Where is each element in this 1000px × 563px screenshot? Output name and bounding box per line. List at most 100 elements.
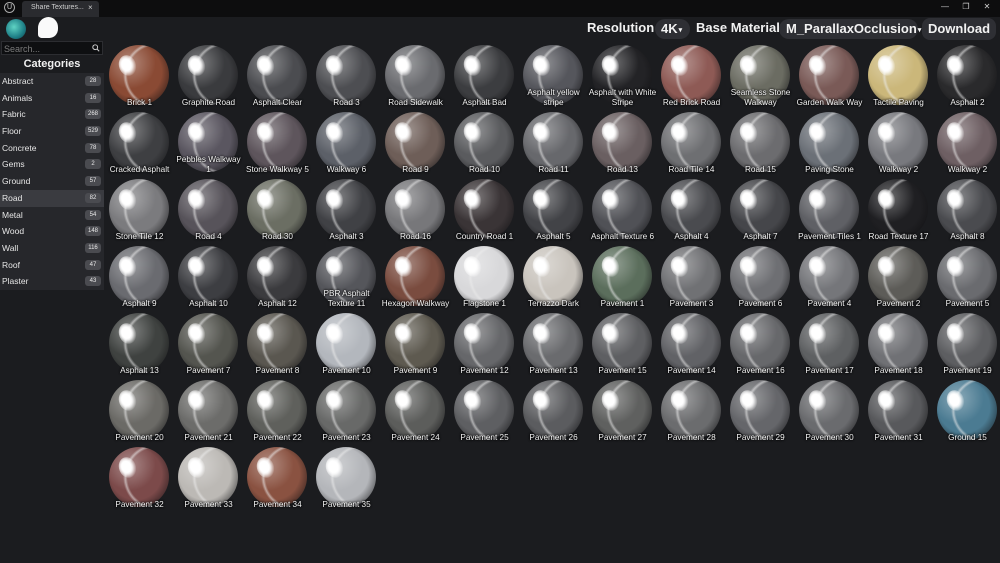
material-tile[interactable]: Road 16 [381,176,450,243]
material-tile[interactable]: Pebbles Walkway 1 [174,109,243,176]
material-tile[interactable]: Pavement 19 [933,310,1000,377]
material-tile[interactable]: Asphalt 7 [726,176,795,243]
material-tile[interactable]: Road Sidewalk [381,42,450,109]
material-tile[interactable]: Road 15 [726,109,795,176]
material-tile[interactable]: Pavement Tiles 1 [795,176,864,243]
sidebar-item-road[interactable]: Road 82 [0,189,104,207]
material-tile[interactable]: Pavement 9 [381,310,450,377]
material-tile[interactable]: Walkway 6 [312,109,381,176]
material-tile[interactable]: Asphalt yellow stripe [519,42,588,109]
material-tile[interactable]: Pavement 27 [588,377,657,444]
sidebar-item-wall[interactable]: Wall 116 [0,239,104,257]
material-tile[interactable]: Asphalt 10 [174,243,243,310]
material-tile[interactable]: Brick 1 [105,42,174,109]
material-tile[interactable]: Garden Walk Way [795,42,864,109]
material-tile[interactable]: Pavement 6 [726,243,795,310]
material-tile[interactable]: Road 9 [381,109,450,176]
material-tile[interactable]: Road 3 [312,42,381,109]
material-tile[interactable]: Ground 15 [933,377,1000,444]
material-tile[interactable]: Asphalt 8 [933,176,1000,243]
material-tile[interactable]: Pavement 32 [105,444,174,511]
material-tile[interactable]: Road 4 [174,176,243,243]
sidebar-item-animals[interactable]: Animals 16 [0,89,104,107]
material-tile[interactable]: Pavement 18 [864,310,933,377]
material-tile[interactable]: Road 10 [450,109,519,176]
material-tile[interactable]: Country Road 1 [450,176,519,243]
material-tile[interactable]: Pavement 8 [243,310,312,377]
material-tile[interactable]: Pavement 29 [726,377,795,444]
download-button[interactable]: Download [922,18,996,40]
material-tile[interactable]: Pavement 14 [657,310,726,377]
material-tile[interactable]: Pavement 23 [312,377,381,444]
sidebar-item-metal[interactable]: Metal 54 [0,206,104,224]
search-input[interactable] [4,43,84,54]
sidebar-item-floor[interactable]: Floor 529 [0,123,104,140]
sidebar-item-plaster[interactable]: Plaster 43 [0,273,104,290]
material-tile[interactable]: Red Brick Road [657,42,726,109]
material-tile[interactable]: Road Tile 14 [657,109,726,176]
material-tile[interactable]: Stone Walkway 5 [243,109,312,176]
material-tile[interactable]: Asphalt 12 [243,243,312,310]
material-tile[interactable]: Hexagon Walkway [381,243,450,310]
material-tile[interactable]: Pavement 12 [450,310,519,377]
material-tile[interactable]: Walkway 2 [933,109,1000,176]
material-tile[interactable]: Pavement 20 [105,377,174,444]
material-tile[interactable]: Asphalt Bad [450,42,519,109]
minimize-icon[interactable]: — [939,2,951,11]
material-tile[interactable]: Pavement 1 [588,243,657,310]
material-tile[interactable]: Pavement 28 [657,377,726,444]
material-tile[interactable]: Road 13 [588,109,657,176]
material-tile[interactable]: Asphalt Texture 6 [588,176,657,243]
material-tile[interactable]: Pavement 13 [519,310,588,377]
material-tile[interactable]: Pavement 16 [726,310,795,377]
maximize-icon[interactable]: ❐ [960,2,972,11]
material-tile[interactable]: Graphite Road [174,42,243,109]
material-tile[interactable]: Pavement 22 [243,377,312,444]
material-tile[interactable]: Pavement 35 [312,444,381,511]
search-icon[interactable] [92,44,100,52]
material-tile[interactable]: Pavement 15 [588,310,657,377]
material-tile[interactable]: Pavement 26 [519,377,588,444]
sidebar-item-fabric[interactable]: Fabric 268 [0,106,104,124]
tab-share-textures[interactable]: Share Textures... × [22,1,99,17]
sidebar-item-gems[interactable]: Gems 2 [0,156,104,174]
material-tile[interactable]: Pavement 5 [933,243,1000,310]
material-tile[interactable]: Stone Tile 12 [105,176,174,243]
material-tile[interactable]: Asphalt with White Stripe [588,42,657,109]
material-tile[interactable]: Pavement 2 [864,243,933,310]
material-tile[interactable]: Pavement 34 [243,444,312,511]
material-tile[interactable]: PBR Asphalt Texture 11 [312,243,381,310]
close-window-icon[interactable]: ✕ [981,2,993,11]
material-tile[interactable]: Tactile Paving [864,42,933,109]
material-tile[interactable]: Paving Stone [795,109,864,176]
material-tile[interactable]: Pavement 17 [795,310,864,377]
sidebar-item-wood[interactable]: Wood 148 [0,223,104,240]
material-tile[interactable]: Cracked Asphalt [105,109,174,176]
material-tile[interactable]: Pavement 4 [795,243,864,310]
tab-close-icon[interactable]: × [88,3,93,12]
material-tile[interactable]: Road Texture 17 [864,176,933,243]
material-tile[interactable]: Pavement 21 [174,377,243,444]
material-tile[interactable]: Asphalt 3 [312,176,381,243]
material-tile[interactable]: Pavement 25 [450,377,519,444]
material-tile[interactable]: Asphalt 4 [657,176,726,243]
material-tile[interactable]: Terrazzo Dark [519,243,588,310]
resolution-dropdown[interactable]: 4K▾ [655,19,690,39]
material-tile[interactable]: Road 30 [243,176,312,243]
material-tile[interactable]: Pavement 30 [795,377,864,444]
material-tile[interactable]: Walkway 2 [864,109,933,176]
material-tile[interactable]: Asphalt 9 [105,243,174,310]
material-tile[interactable]: Asphalt 5 [519,176,588,243]
material-tile[interactable]: Pavement 31 [864,377,933,444]
material-tile[interactable]: Pavement 24 [381,377,450,444]
material-tile[interactable]: Pavement 3 [657,243,726,310]
material-tile[interactable]: Seamless Stone Walkway [726,42,795,109]
base-material-dropdown[interactable]: M_ParallaxOcclusion▾ [779,19,921,39]
material-tile[interactable]: Pavement 33 [174,444,243,511]
material-tile[interactable]: Asphalt Clear [243,42,312,109]
material-tile[interactable]: Flagstone 1 [450,243,519,310]
sidebar-item-roof[interactable]: Roof 47 [0,256,104,274]
material-tile[interactable]: Pavement 10 [312,310,381,377]
material-tile[interactable]: Asphalt 13 [105,310,174,377]
material-tile[interactable]: Asphalt 2 [933,42,1000,109]
